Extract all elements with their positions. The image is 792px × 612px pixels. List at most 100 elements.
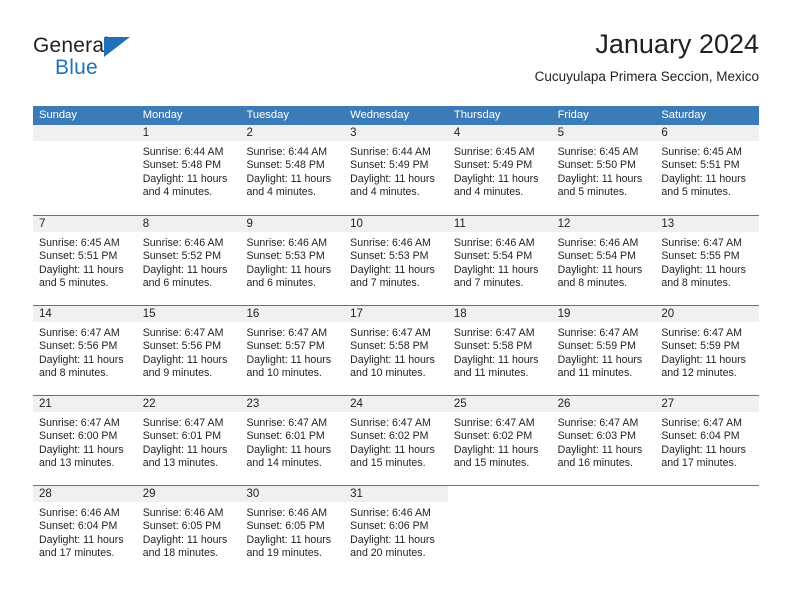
- day-cell[interactable]: 4 Sunrise: 6:45 AM Sunset: 5:49 PM Daylight…: [447, 125, 552, 215]
- sunset-text: Sunset: 5:54 PM: [557, 250, 636, 263]
- day-cell[interactable]: 30 Sunrise: 6:46 AM Sunset: 6:05 PM Dayligh…: [240, 486, 345, 575]
- daylight-text-cont: and 12 minutes.: [661, 367, 737, 380]
- day-number-band: 22: [136, 396, 241, 413]
- sunset-text: Sunset: 5:58 PM: [350, 340, 429, 353]
- daylight-text-cont: and 15 minutes.: [350, 457, 426, 470]
- day-cell[interactable]: 22 Sunrise: 6:47 AM Sunset: 6:01 PM Dayligh…: [136, 396, 241, 485]
- title-block: January 2024 Cucuyulapa Primera Seccion,…: [535, 28, 759, 87]
- daylight-text: Daylight: 11 hours: [661, 443, 746, 456]
- day-cell[interactable]: 27 Sunrise: 6:47 AM Sunset: 6:04 PM Dayligh…: [655, 396, 760, 485]
- daylight-text: Daylight: 11 hours: [453, 263, 539, 276]
- day-details: [33, 142, 137, 146]
- day-cell[interactable]: 31 Sunrise: 6:46 AM Sunset: 6:06 PM Dayligh…: [344, 486, 448, 575]
- day-number: 2: [246, 127, 253, 139]
- daylight-text: Daylight: 11 hours: [39, 263, 124, 276]
- day-cell[interactable]: 14 Sunrise: 6:47 AM Sunset: 5:56 PM Dayligh…: [33, 306, 137, 395]
- day-cell[interactable]: 15 Sunrise: 6:47 AM Sunset: 5:56 PM Dayligh…: [136, 306, 241, 395]
- day-number-band: 25: [447, 396, 552, 413]
- daylight-text: Daylight: 11 hours: [453, 353, 539, 366]
- day-cell[interactable]: 28 Sunrise: 6:46 AM Sunset: 6:04 PM Dayligh…: [33, 486, 137, 575]
- sunset-text: Sunset: 5:51 PM: [39, 250, 118, 263]
- logo-text-blue: Blue: [55, 56, 98, 79]
- day-number: 13: [661, 218, 675, 230]
- day-cell[interactable]: 11 Sunrise: 6:46 AM Sunset: 5:54 PM Dayligh…: [447, 216, 552, 305]
- sunrise-text: Sunrise: 6:47 AM: [557, 327, 639, 339]
- day-cell[interactable]: 1 Sunrise: 6:44 AM Sunset: 5:48 PM Daylight…: [136, 125, 241, 215]
- day-cell[interactable]: 26 Sunrise: 6:47 AM Sunset: 6:03 PM Dayligh…: [551, 396, 656, 485]
- sunrise-text: Sunrise: 6:46 AM: [142, 507, 224, 519]
- sunset-text: Sunset: 6:01 PM: [246, 430, 325, 443]
- day-number: 31: [350, 488, 363, 500]
- page-subtitle: Cucuyulapa Primera Seccion, Mexico: [534, 69, 759, 84]
- daylight-text: Daylight: 11 hours: [453, 443, 539, 456]
- sunrise-text: Sunrise: 6:47 AM: [661, 327, 742, 339]
- day-number-band: 9: [240, 216, 345, 233]
- daylight-text-cont: and 9 minutes.: [142, 367, 213, 380]
- sunset-text: Sunset: 5:49 PM: [350, 159, 429, 172]
- sunrise-text: Sunrise: 6:47 AM: [557, 417, 639, 429]
- day-details: Sunrise: 6:44 AM Sunset: 5:48 PM Daylight:…: [137, 142, 241, 200]
- calendar-week-row: 1 Sunrise: 6:44 AM Sunset: 5:48 PM Daylight…: [33, 125, 760, 215]
- day-number: 26: [557, 398, 571, 410]
- daylight-text-cont: and 11 minutes.: [557, 367, 633, 380]
- calendar-week-row: 21 Sunrise: 6:47 AM Sunset: 6:00 PM Dayligh…: [33, 395, 760, 485]
- day-number-band: 18: [447, 306, 552, 323]
- calendar-week-row: 14 Sunrise: 6:47 AM Sunset: 5:56 PM Dayligh…: [33, 305, 760, 395]
- day-number-band: [655, 486, 760, 503]
- day-cell[interactable]: 10 Sunrise: 6:46 AM Sunset: 5:53 PM Dayligh…: [344, 216, 448, 305]
- daylight-text-cont: and 4 minutes.: [142, 186, 213, 199]
- day-number-band: 27: [655, 396, 760, 413]
- general-blue-logo: General Blue: [33, 34, 153, 90]
- day-cell[interactable]: 18 Sunrise: 6:47 AM Sunset: 5:58 PM Dayligh…: [447, 306, 552, 395]
- day-cell[interactable]: 13 Sunrise: 6:47 AM Sunset: 5:55 PM Dayligh…: [655, 216, 760, 305]
- day-details: Sunrise: 6:46 AM Sunset: 5:52 PM Daylight:…: [137, 233, 241, 291]
- day-cell[interactable]: 7 Sunrise: 6:45 AM Sunset: 5:51 PM Daylight…: [33, 216, 137, 305]
- day-cell[interactable]: 16 Sunrise: 6:47 AM Sunset: 5:57 PM Dayligh…: [240, 306, 345, 395]
- day-cell[interactable]: 24 Sunrise: 6:47 AM Sunset: 6:02 PM Dayligh…: [344, 396, 448, 485]
- day-cell[interactable]: 23 Sunrise: 6:47 AM Sunset: 6:01 PM Dayligh…: [240, 396, 345, 485]
- day-number: 21: [39, 398, 52, 410]
- page-header: General Blue January 2024 Cucuyulapa Pri…: [33, 28, 759, 96]
- day-number: 25: [453, 398, 467, 410]
- sunrise-text: Sunrise: 6:45 AM: [39, 237, 120, 249]
- day-number-band: 13: [655, 216, 760, 233]
- day-number: 4: [453, 127, 461, 139]
- day-number-band: 6: [655, 125, 760, 142]
- day-cell[interactable]: 19 Sunrise: 6:47 AM Sunset: 5:59 PM Dayligh…: [551, 306, 656, 395]
- day-details: Sunrise: 6:46 AM Sunset: 6:04 PM Daylight:…: [33, 503, 137, 561]
- day-details: Sunrise: 6:46 AM Sunset: 5:53 PM Daylight:…: [344, 233, 448, 291]
- sunset-text: Sunset: 5:59 PM: [661, 340, 740, 353]
- sunset-text: Sunset: 5:55 PM: [661, 250, 740, 263]
- daylight-text: Daylight: 11 hours: [350, 263, 435, 276]
- day-number: 24: [350, 398, 363, 410]
- day-number-band: 21: [33, 396, 137, 413]
- sunset-text: Sunset: 5:54 PM: [453, 250, 533, 263]
- sunset-text: Sunset: 6:06 PM: [350, 520, 429, 533]
- sunrise-text: Sunrise: 6:46 AM: [39, 507, 120, 519]
- day-details: [552, 503, 656, 507]
- day-number-band: 11: [447, 216, 552, 233]
- day-cell[interactable]: 5 Sunrise: 6:45 AM Sunset: 5:50 PM Daylight…: [551, 125, 656, 215]
- sunset-text: Sunset: 6:02 PM: [350, 430, 429, 443]
- day-cell[interactable]: 3 Sunrise: 6:44 AM Sunset: 5:49 PM Daylight…: [344, 125, 448, 215]
- day-cell[interactable]: 8 Sunrise: 6:46 AM Sunset: 5:52 PM Daylight…: [136, 216, 241, 305]
- day-details: Sunrise: 6:46 AM Sunset: 6:05 PM Daylight:…: [240, 503, 344, 561]
- day-details: Sunrise: 6:44 AM Sunset: 5:48 PM Daylight:…: [240, 142, 344, 200]
- sunset-text: Sunset: 6:04 PM: [39, 520, 118, 533]
- day-cell[interactable]: 29 Sunrise: 6:46 AM Sunset: 6:05 PM Dayligh…: [136, 486, 241, 575]
- day-cell[interactable]: 21 Sunrise: 6:47 AM Sunset: 6:00 PM Dayligh…: [33, 396, 137, 485]
- day-cell[interactable]: 25 Sunrise: 6:47 AM Sunset: 6:02 PM Dayligh…: [447, 396, 552, 485]
- day-number-band: 7: [33, 216, 137, 233]
- sunrise-text: Sunrise: 6:47 AM: [661, 237, 742, 249]
- day-cell[interactable]: 2 Sunrise: 6:44 AM Sunset: 5:48 PM Daylight…: [240, 125, 345, 215]
- weekday-header-monday: Monday: [142, 109, 183, 121]
- day-cell[interactable]: 9 Sunrise: 6:46 AM Sunset: 5:53 PM Daylight…: [240, 216, 345, 305]
- day-details: Sunrise: 6:46 AM Sunset: 5:54 PM Daylight:…: [448, 233, 552, 291]
- daylight-text-cont: and 13 minutes.: [39, 457, 115, 470]
- daylight-text: Daylight: 11 hours: [350, 533, 435, 546]
- day-cell[interactable]: 20 Sunrise: 6:47 AM Sunset: 5:59 PM Dayligh…: [655, 306, 760, 395]
- day-cell[interactable]: 17 Sunrise: 6:47 AM Sunset: 5:58 PM Dayligh…: [344, 306, 448, 395]
- day-number-band: 23: [240, 396, 345, 413]
- day-cell[interactable]: 12 Sunrise: 6:46 AM Sunset: 5:54 PM Dayligh…: [551, 216, 656, 305]
- day-cell[interactable]: 6 Sunrise: 6:45 AM Sunset: 5:51 PM Daylight…: [655, 125, 760, 215]
